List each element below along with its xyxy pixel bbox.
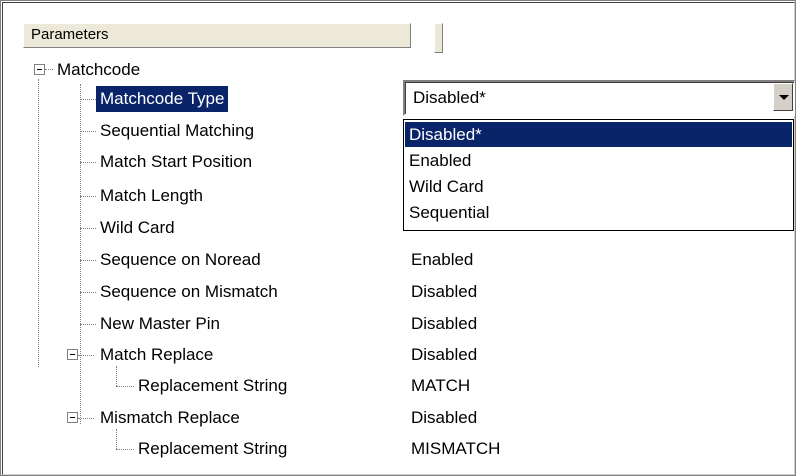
tree-label-sequential-matching: Sequential Matching — [100, 121, 255, 140]
tree-connector — [80, 228, 96, 229]
matchcode-type-combo[interactable]: Disabled* — [403, 80, 795, 116]
tree-value-replacement-string-mismatch[interactable]: MISMATCH — [411, 434, 500, 464]
tree-line-child — [116, 429, 117, 449]
tree-row-mismatch-replace[interactable]: Mismatch Replace Disabled — [0, 403, 796, 433]
tree-connector — [80, 260, 96, 261]
tree-connector — [80, 292, 96, 293]
tree-connector — [116, 449, 134, 450]
tree-label-match-replace: Match Replace — [100, 345, 214, 364]
matchcode-type-dropdown: Disabled* Enabled Wild Card Sequential — [403, 119, 794, 231]
tree-row-sequence-on-mismatch[interactable]: Sequence on Mismatch Disabled — [0, 277, 796, 307]
dropdown-option-wild-card[interactable]: Wild Card — [405, 174, 792, 199]
tree-label-match-length: Match Length — [100, 186, 204, 205]
tree-line-child — [116, 366, 117, 386]
tree-label-replacement-string-mismatch: Replacement String — [138, 439, 288, 458]
tree-value-match-replace[interactable]: Disabled — [411, 340, 477, 370]
tree-connector — [80, 99, 96, 100]
tree-label-mismatch-replace: Mismatch Replace — [100, 408, 240, 427]
tree-connector — [80, 162, 96, 163]
chevron-down-icon[interactable] — [773, 83, 793, 111]
tree-label-replacement-string-match: Replacement String — [138, 376, 288, 395]
tree-value-new-master-pin[interactable]: Disabled — [411, 309, 477, 339]
tree-label-new-master-pin: New Master Pin — [100, 314, 220, 333]
tree-value-replacement-string-match[interactable]: MATCH — [411, 371, 470, 401]
parameters-column-header[interactable]: Parameters — [23, 23, 411, 48]
tree-row-replacement-string-match[interactable]: Replacement String MATCH — [0, 366, 796, 401]
value-column-header[interactable] — [434, 23, 443, 53]
column-header: Parameters — [23, 23, 796, 53]
collapse-minus-icon[interactable] — [34, 64, 45, 75]
tree-line-children — [80, 84, 81, 424]
dropdown-option-enabled[interactable]: Enabled — [405, 148, 792, 173]
tree-value-mismatch-replace[interactable]: Disabled — [411, 403, 477, 433]
tree-label-match-start-position: Match Start Position — [100, 152, 253, 171]
tree-row-new-master-pin[interactable]: New Master Pin Disabled — [0, 309, 796, 339]
tree-label-matchcode-type[interactable]: Matchcode Type — [96, 86, 229, 112]
tree-row-replacement-string-mismatch[interactable]: Replacement String MISMATCH — [0, 429, 796, 464]
tree-label-wild-card: Wild Card — [100, 218, 175, 237]
dropdown-option-disabled[interactable]: Disabled* — [405, 122, 792, 147]
tree-label-sequence-on-noread: Sequence on Noread — [100, 250, 261, 269]
tree-connector — [80, 131, 96, 132]
tree-value-sequence-on-noread[interactable]: Enabled — [411, 245, 473, 275]
tree-connector — [45, 69, 53, 70]
tree-label-matchcode: Matchcode — [57, 60, 141, 79]
tree-connector — [116, 386, 134, 387]
combo-selected-value: Disabled* — [413, 88, 486, 107]
tree-row-sequence-on-noread[interactable]: Sequence on Noread Enabled — [0, 245, 796, 275]
tree-label-sequence-on-mismatch: Sequence on Mismatch — [100, 282, 278, 301]
tree-connector — [80, 196, 96, 197]
dropdown-option-sequential[interactable]: Sequential — [405, 200, 792, 225]
tree-row-match-replace[interactable]: Match Replace Disabled — [0, 340, 796, 370]
tree-value-sequence-on-mismatch[interactable]: Disabled — [411, 277, 477, 307]
collapse-minus-icon[interactable] — [67, 412, 78, 423]
collapse-minus-icon[interactable] — [67, 349, 78, 360]
tree-connector — [80, 324, 96, 325]
